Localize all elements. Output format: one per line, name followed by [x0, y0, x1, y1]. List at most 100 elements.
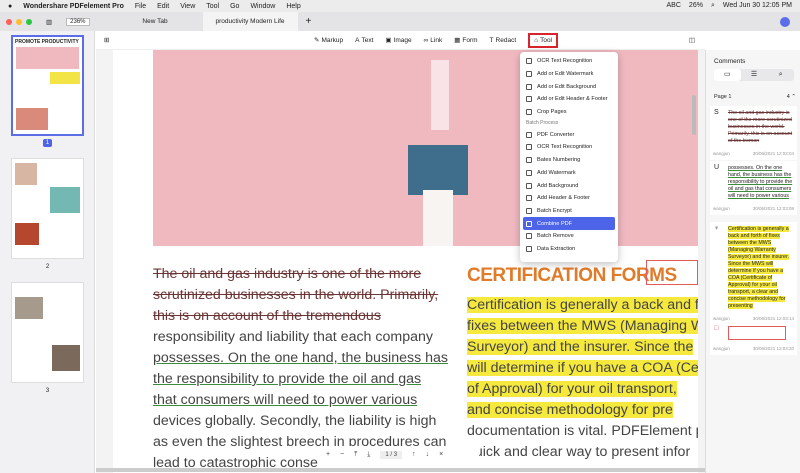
image-icon: ▣ — [385, 37, 392, 44]
menu-item-batch-ocr[interactable]: OCR Text Recognition — [520, 141, 618, 154]
clock[interactable]: Wed Jun 30 12:05 PM — [723, 2, 792, 10]
search-comments-tab[interactable]: ⌕ — [767, 69, 794, 81]
page-number-3: 3 — [45, 388, 50, 394]
zoom-in-button[interactable]: + — [326, 451, 330, 458]
menu-tool[interactable]: Tool — [206, 3, 219, 10]
new-tab-button[interactable]: + — [306, 16, 312, 27]
menu-item-add-watermark[interactable]: Add Watermark — [520, 167, 618, 180]
maximize-window-button[interactable] — [26, 18, 32, 25]
highlight-icon: ♀ — [714, 225, 720, 232]
panel-toggle-icon[interactable]: ◫ — [689, 36, 695, 44]
redact-button[interactable]: T Redact — [490, 37, 517, 44]
page-thumbnail-3[interactable] — [11, 282, 84, 383]
apple-icon[interactable]: ● — [8, 3, 12, 10]
page-number-2: 2 — [45, 264, 50, 270]
page-navigation-bar: + − ⤒ ⤓ 1 / 3 ↑ ↓ × — [319, 446, 479, 463]
tab-new[interactable]: New Tab — [108, 12, 203, 31]
menu-item-bates[interactable]: Bates Numbering — [520, 154, 618, 167]
menu-window[interactable]: Window — [250, 3, 275, 10]
zoom-select[interactable]: 236% — [66, 17, 90, 26]
menu-item-pdf-converter[interactable]: PDF Converter — [520, 128, 618, 141]
extract-icon — [526, 245, 532, 252]
tab-bar: ▥ 236% New Tab productivity Modern Life … — [0, 12, 800, 31]
horizontal-scrollbar[interactable] — [96, 468, 705, 472]
page-number-1: 1 — [0, 139, 95, 147]
toolbox-icon: ⌂ — [534, 36, 539, 44]
menu-item-batch-encrypt[interactable]: Batch Encrypt — [520, 205, 618, 218]
menu-item-crop[interactable]: Crop Pages — [520, 106, 618, 119]
ocr-icon — [526, 58, 532, 65]
crop-icon — [526, 109, 532, 116]
avatar[interactable] — [780, 16, 790, 27]
menu-help[interactable]: Help — [286, 3, 300, 10]
underline-icon: U — [714, 164, 720, 171]
comments-title: Comments — [714, 58, 746, 65]
prev-page-icon[interactable]: ↑ — [412, 451, 416, 458]
page-thumbnail-2[interactable] — [11, 158, 84, 259]
menu-item-batch-remove[interactable]: Batch Remove — [520, 230, 618, 243]
thumbnail-sidebar: PROMOTE PRODUCTIVITY 1 2 3 — [0, 31, 95, 473]
menu-item-add-background[interactable]: Add Background — [520, 179, 618, 192]
stamp-tab[interactable]: ☰ — [741, 69, 768, 81]
close-bar-button[interactable]: × — [439, 451, 443, 458]
menu-view[interactable]: View — [180, 3, 195, 10]
ocr-icon — [526, 144, 532, 151]
page-thumbnail-1[interactable]: PROMOTE PRODUCTIVITY — [11, 35, 84, 136]
text-icon: A — [355, 36, 360, 44]
link-icon: ∞ — [423, 36, 429, 44]
text-button[interactable]: A Text — [355, 37, 373, 44]
header-footer-icon — [526, 96, 532, 103]
menu-item-header-footer[interactable]: Add or Edit Header & Footer — [520, 93, 618, 106]
menu-go[interactable]: Go — [230, 3, 239, 10]
zoom-out-button[interactable]: − — [340, 451, 344, 458]
vertical-scrollbar[interactable] — [692, 95, 696, 135]
grid-view-icon[interactable]: ⊞ — [104, 36, 109, 44]
search-icon[interactable]: ⌕ — [711, 2, 715, 10]
sidebar-toggle-icon[interactable]: ▥ — [46, 18, 52, 26]
menu-item-ocr[interactable]: OCR Text Recognition — [520, 55, 618, 68]
last-page-icon[interactable]: ⤓ — [367, 451, 370, 459]
tool-button[interactable]: ⌂ Tool — [528, 32, 559, 48]
trash-icon — [526, 233, 532, 240]
rectangle-annotation[interactable] — [646, 260, 698, 285]
comment-list-tab[interactable]: ▭ — [714, 69, 741, 81]
form-button[interactable]: ▦ Form — [454, 36, 477, 45]
menu-item-add-header-footer[interactable]: Add Header & Footer — [520, 192, 618, 205]
comment-card[interactable]: S The oil and gas industry is one of the… — [710, 106, 797, 160]
rectangle-icon: □ — [714, 325, 719, 332]
link-button[interactable]: ∞ Link — [424, 37, 443, 44]
first-page-icon[interactable]: ⤒ — [354, 451, 357, 459]
menu-file[interactable]: File — [135, 3, 146, 10]
tab-document[interactable]: productivity Modern Life — [202, 12, 298, 31]
close-window-button[interactable] — [6, 18, 12, 25]
menu-edit[interactable]: Edit — [157, 3, 169, 10]
menu-item-watermark[interactable]: Add or Edit Watermark — [520, 68, 618, 81]
markup-button[interactable]: ✎ Markup — [314, 36, 343, 45]
image-button[interactable]: ▣ Image — [385, 36, 411, 45]
watermark-icon — [526, 71, 532, 78]
page-group-header[interactable]: Page 14 ⌃ — [714, 94, 796, 100]
next-page-icon[interactable]: ↓ — [426, 451, 430, 458]
comment-card[interactable]: U possesses. On the one hand, the busine… — [710, 161, 797, 215]
menu-item-background[interactable]: Add or Edit Background — [520, 80, 618, 93]
menu-bar: ● Wondershare PDFelement Pro File Edit V… — [0, 0, 800, 12]
input-source[interactable]: ABC — [667, 2, 681, 10]
form-icon: ▦ — [454, 37, 461, 44]
watermark-icon — [526, 169, 532, 176]
minimize-window-button[interactable] — [16, 18, 22, 25]
left-column-text[interactable]: The oil and gas industry is one of the m… — [153, 264, 448, 473]
pen-icon: ✎ — [314, 37, 320, 44]
app-name[interactable]: Wondershare PDFelement Pro — [23, 3, 124, 10]
page-indicator[interactable]: 1 / 3 — [380, 450, 403, 459]
battery-status[interactable]: 26% — [689, 2, 703, 10]
toolbar: ⊞ ✎ Markup A Text ▣ Image ∞ Link ▦ Form T Reda… — [96, 31, 705, 50]
tool-dropdown-menu: OCR Text Recognition Add or Edit Waterma… — [520, 52, 618, 262]
comment-card[interactable]: □ wangjun 30/06/2021 12:03:20 — [710, 322, 797, 355]
strikethrough-icon: S — [714, 109, 719, 116]
comment-card[interactable]: ♀ Certification is generally a back and … — [710, 222, 797, 325]
batch-process-heading: Batch Process — [526, 120, 559, 127]
menu-item-data-extraction[interactable]: Data Extraction — [520, 243, 618, 256]
menu-item-combine-pdf[interactable]: Combine PDF — [523, 217, 615, 230]
lock-icon — [526, 207, 532, 214]
right-column-text[interactable]: Certification is generally a back and f … — [467, 295, 698, 463]
